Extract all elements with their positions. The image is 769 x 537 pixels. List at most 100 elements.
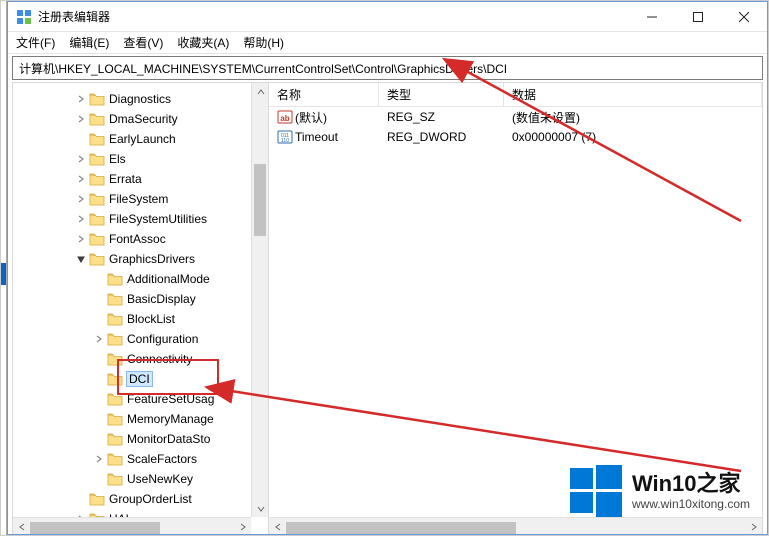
chevron-placeholder	[75, 493, 87, 505]
tree-node[interactable]: Diagnostics	[13, 89, 268, 109]
tree-horizontal-scrollbar[interactable]	[13, 517, 251, 534]
chevron-right-icon[interactable]	[75, 213, 87, 225]
folder-icon	[107, 392, 123, 406]
svg-text:110: 110	[281, 138, 289, 144]
folder-icon	[107, 352, 123, 366]
tree-node[interactable]: AdditionalMode	[13, 269, 268, 289]
tree-node[interactable]: Configuration	[13, 329, 268, 349]
chevron-right-icon[interactable]	[93, 453, 105, 465]
binary-value-icon: 011110	[277, 129, 293, 145]
scroll-left-icon[interactable]	[13, 518, 30, 534]
scroll-up-icon[interactable]	[252, 83, 269, 100]
chevron-placeholder	[75, 133, 87, 145]
tree-node[interactable]: Connectivity	[13, 349, 268, 369]
value-data: (数值未设置)	[504, 109, 762, 126]
tree-node-label: FileSystemUtilities	[109, 212, 207, 226]
tree-node[interactable]: MemoryManage	[13, 409, 268, 429]
folder-icon	[107, 452, 123, 466]
column-data[interactable]: 数据	[504, 83, 762, 106]
chevron-right-icon[interactable]	[75, 173, 87, 185]
chevron-down-icon[interactable]	[75, 253, 87, 265]
titlebar: 注册表编辑器	[8, 2, 767, 32]
registry-tree[interactable]: Diagnostics DmaSecurity EarlyLaunch Els Erra…	[13, 89, 268, 529]
tree-node[interactable]: DCI	[13, 369, 268, 389]
close-button[interactable]	[721, 2, 767, 31]
tree-node-label: Connectivity	[127, 352, 192, 366]
chevron-right-icon[interactable]	[75, 113, 87, 125]
app-icon	[16, 9, 32, 25]
tree-node[interactable]: GroupOrderList	[13, 489, 268, 509]
chevron-placeholder	[93, 273, 105, 285]
chevron-placeholder	[93, 433, 105, 445]
folder-icon	[107, 312, 123, 326]
tree-node[interactable]: UseNewKey	[13, 469, 268, 489]
menu-favorites[interactable]: 收藏夹(A)	[177, 34, 229, 51]
tree-node[interactable]: BasicDisplay	[13, 289, 268, 309]
address-input[interactable]	[17, 60, 758, 76]
tree-node[interactable]: ScaleFactors	[13, 449, 268, 469]
tree-node[interactable]: GraphicsDrivers	[13, 249, 268, 269]
tree-node[interactable]: BlockList	[13, 309, 268, 329]
chevron-placeholder	[93, 293, 105, 305]
scroll-thumb[interactable]	[286, 522, 516, 534]
scroll-thumb[interactable]	[254, 164, 266, 236]
tree-node[interactable]: FileSystemUtilities	[13, 209, 268, 229]
folder-icon	[107, 412, 123, 426]
tree-vertical-scrollbar[interactable]	[251, 83, 268, 517]
tree-node[interactable]: FeatureSetUsag	[13, 389, 268, 409]
folder-icon	[89, 132, 105, 146]
folder-icon	[107, 432, 123, 446]
chevron-right-icon[interactable]	[75, 153, 87, 165]
value-row[interactable]: ab(默认)REG_SZ(数值未设置)	[269, 107, 762, 127]
tree-node[interactable]: FontAssoc	[13, 229, 268, 249]
scroll-right-icon[interactable]	[745, 518, 762, 534]
tree-node[interactable]: MonitorDataSto	[13, 429, 268, 449]
chevron-placeholder	[93, 313, 105, 325]
column-name[interactable]: 名称	[269, 83, 379, 106]
value-row[interactable]: 011110TimeoutREG_DWORD0x00000007 (7)	[269, 127, 762, 147]
folder-icon	[89, 172, 105, 186]
menu-help[interactable]: 帮助(H)	[243, 34, 284, 51]
folder-icon	[107, 372, 123, 386]
tree-node-label: Errata	[109, 172, 142, 186]
chevron-right-icon[interactable]	[93, 333, 105, 345]
chevron-right-icon[interactable]	[75, 93, 87, 105]
scroll-left-icon[interactable]	[269, 518, 286, 534]
chevron-right-icon[interactable]	[75, 233, 87, 245]
folder-icon	[89, 152, 105, 166]
minimize-button[interactable]	[629, 2, 675, 31]
value-type: REG_DWORD	[379, 130, 504, 144]
tree-node[interactable]: Errata	[13, 169, 268, 189]
maximize-button[interactable]	[675, 2, 721, 31]
menu-file[interactable]: 文件(F)	[16, 34, 55, 51]
tree-node-label: Els	[109, 152, 126, 166]
tree-node-label: GraphicsDrivers	[109, 252, 195, 266]
folder-icon	[89, 192, 105, 206]
scroll-down-icon[interactable]	[252, 500, 269, 517]
tree-node-label: ScaleFactors	[127, 452, 197, 466]
tree-node-label: FileSystem	[109, 192, 168, 206]
tree-node-label: Configuration	[127, 332, 198, 346]
folder-icon	[89, 212, 105, 226]
menu-edit[interactable]: 编辑(E)	[69, 34, 109, 51]
tree-node-label: Diagnostics	[109, 92, 171, 106]
tree-node[interactable]: DmaSecurity	[13, 109, 268, 129]
chevron-right-icon[interactable]	[75, 193, 87, 205]
value-list[interactable]: ab(默认)REG_SZ(数值未设置)011110TimeoutREG_DWOR…	[269, 107, 762, 147]
scroll-right-icon[interactable]	[234, 518, 251, 534]
address-bar[interactable]	[12, 56, 763, 80]
scroll-thumb[interactable]	[30, 522, 160, 534]
menubar: 文件(F) 编辑(E) 查看(V) 收藏夹(A) 帮助(H)	[8, 32, 767, 54]
tree-node[interactable]: Els	[13, 149, 268, 169]
column-type[interactable]: 类型	[379, 83, 504, 106]
tree-node-label: BasicDisplay	[127, 292, 196, 306]
menu-view[interactable]: 查看(V)	[123, 34, 163, 51]
tree-node-label: EarlyLaunch	[109, 132, 176, 146]
tree-node[interactable]: EarlyLaunch	[13, 129, 268, 149]
list-horizontal-scrollbar[interactable]	[269, 517, 762, 534]
folder-icon	[89, 112, 105, 126]
background-selection-strip	[1, 263, 6, 285]
folder-icon	[89, 92, 105, 106]
tree-node[interactable]: FileSystem	[13, 189, 268, 209]
registry-editor-window: 注册表编辑器 文件(F) 编辑(E) 查看(V) 收藏夹(A) 帮助(H) Di…	[7, 1, 768, 535]
